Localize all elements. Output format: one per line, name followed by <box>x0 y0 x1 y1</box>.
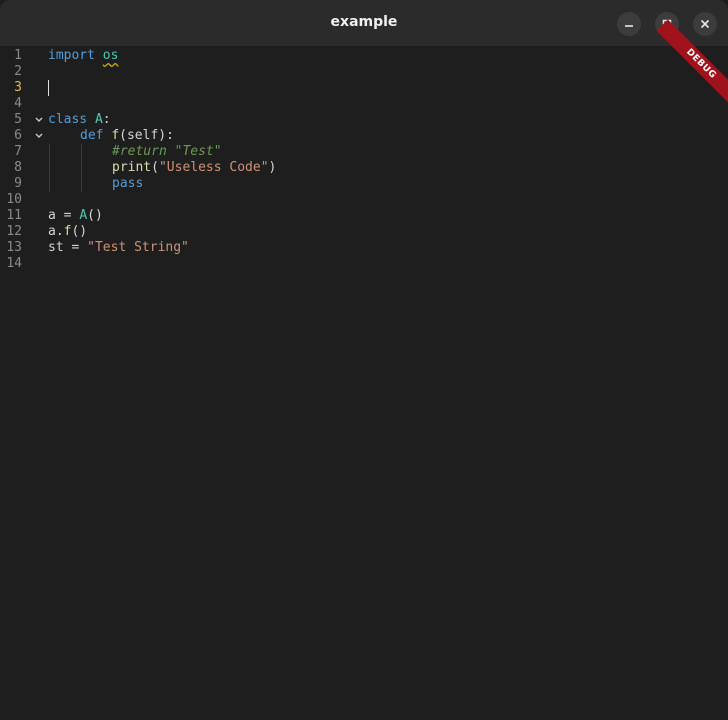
class-name: A <box>79 208 88 223</box>
comment: #return "Test" <box>112 144 222 159</box>
chevron-down-icon[interactable] <box>34 128 44 144</box>
string-literal: "Test String" <box>87 240 189 255</box>
punctuation: : <box>102 112 111 127</box>
object-ref: a. <box>48 224 64 239</box>
minimize-icon <box>625 25 633 27</box>
parameters: (self): <box>119 128 174 143</box>
close-icon <box>700 19 710 29</box>
line-number: 6 <box>14 128 22 143</box>
keyword: pass <box>112 176 144 191</box>
punctuation: ) <box>268 160 277 175</box>
keyword: class <box>48 112 88 127</box>
punctuation: () <box>87 208 103 223</box>
code-line-1: import os <box>48 48 118 64</box>
punctuation: () <box>71 224 88 239</box>
code-line-8: print("Useless Code") <box>112 160 276 176</box>
line-number: 14 <box>6 256 22 271</box>
function-call: print <box>112 160 152 175</box>
line-number: 13 <box>6 240 22 255</box>
function-name: f <box>111 128 120 143</box>
indent-guide <box>49 144 50 192</box>
assignment: a = <box>48 208 80 223</box>
code-line-12: a.f() <box>48 224 87 240</box>
string-literal: "Useless Code" <box>158 160 269 175</box>
indent-guide <box>81 144 82 192</box>
title-bar[interactable]: example <box>0 0 728 46</box>
code-line-9: pass <box>112 176 143 192</box>
text-cursor <box>48 80 49 96</box>
code-line-6: def f(self): <box>80 128 174 144</box>
app-window: example DEBUG 1 2 3 4 5 6 7 8 9 10 11 12… <box>0 0 728 720</box>
chevron-down-icon[interactable] <box>34 112 44 128</box>
keyword: def <box>80 128 104 143</box>
code-line-13: st = "Test String" <box>48 240 189 256</box>
line-number: 2 <box>14 64 22 79</box>
code-editor[interactable]: 1 2 3 4 5 6 7 8 9 10 11 12 13 14 import … <box>0 46 728 720</box>
line-number: 5 <box>14 112 22 127</box>
close-button[interactable] <box>693 12 717 36</box>
line-number: 9 <box>14 176 22 191</box>
line-number-active: 3 <box>14 80 22 95</box>
assignment: st = <box>48 240 88 255</box>
punctuation: ( <box>151 160 159 175</box>
class-name: A <box>94 112 103 127</box>
line-number: 12 <box>6 224 22 239</box>
minimize-button[interactable] <box>617 12 641 36</box>
line-number: 7 <box>14 144 22 159</box>
line-number: 10 <box>6 192 22 207</box>
line-number: 8 <box>14 160 22 175</box>
module-name-warning[interactable]: os <box>103 48 119 63</box>
line-number: 1 <box>14 48 22 63</box>
line-number: 11 <box>6 208 22 223</box>
keyword: import <box>48 48 95 63</box>
code-line-11: a = A() <box>48 208 103 224</box>
code-line-5: class A: <box>48 112 111 128</box>
line-number: 4 <box>14 96 22 111</box>
code-line-7: #return "Test" <box>112 144 222 160</box>
